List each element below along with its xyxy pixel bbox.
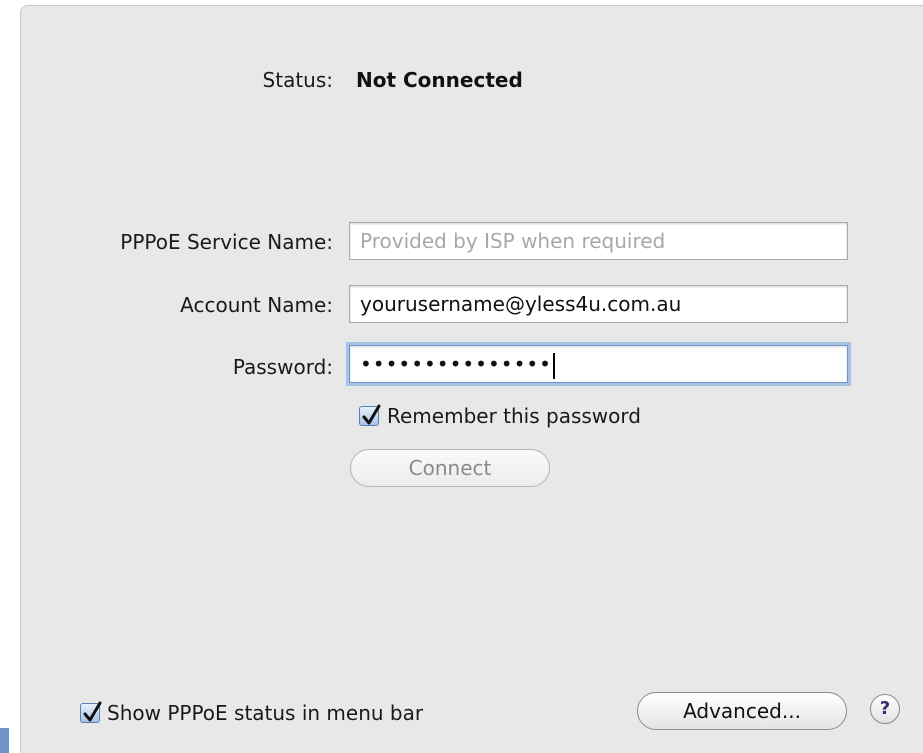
help-icon[interactable]: ? [870, 694, 900, 724]
checkmark-icon [83, 701, 102, 722]
checkmark-icon [362, 404, 381, 425]
password-field[interactable]: ••••••••••••••• [349, 345, 848, 383]
status-label: Status: [262, 68, 333, 92]
password-dots: ••••••••••••••• [360, 352, 552, 376]
service-name-field[interactable]: Provided by ISP when required [349, 222, 848, 260]
text-caret [552, 352, 555, 379]
remember-password-label[interactable]: Remember this password [387, 404, 641, 428]
service-name-label: PPPoE Service Name: [120, 230, 333, 254]
remember-password-checkbox[interactable] [359, 404, 381, 426]
status-value: Not Connected [356, 68, 523, 92]
window-edge-accent [0, 728, 9, 753]
advanced-button[interactable]: Advanced... [637, 692, 847, 730]
network-pppoe-pane: Status: Not Connected PPPoE Service Name… [0, 0, 923, 753]
show-status-label[interactable]: Show PPPoE status in menu bar [107, 701, 423, 725]
show-status-checkbox[interactable] [80, 701, 102, 723]
password-label: Password: [232, 355, 333, 379]
account-name-field[interactable]: yourusername@yless4u.com.au [349, 285, 848, 323]
account-name-label: Account Name: [180, 293, 333, 317]
connect-button[interactable]: Connect [350, 449, 550, 487]
